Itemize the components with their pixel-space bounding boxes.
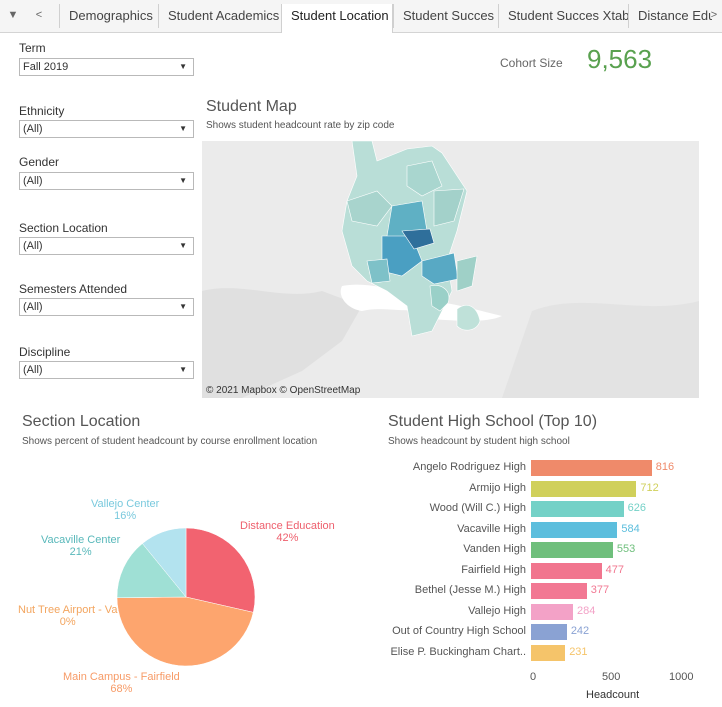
pie-label-main: Main Campus - Fairfield 68% [63,671,180,695]
pie-label-vallejo: Vallejo Center 16% [91,498,159,522]
bar-category-label: Vanden High [463,543,526,555]
bar[interactable] [531,460,652,476]
bar-value-label: 231 [569,645,588,658]
bar[interactable] [531,542,613,558]
pie-label-nuttree: Nut Tree Airport - Va 0% [18,604,117,628]
pie-label-distance-pct: 42% [276,532,299,544]
bar-category-label: Vacaville High [457,522,526,535]
axis-tick-500: 500 [602,671,621,683]
bar[interactable] [531,624,567,640]
bar[interactable] [531,644,566,661]
bar-value-label: 816 [655,461,675,473]
bar-value-label: 242 [570,625,590,637]
high-school-title: Student High School (Top 10) [388,413,598,430]
axis-title-headcount: Headcount [586,689,640,701]
bar[interactable] [531,603,574,620]
bar-value-label: 284 [577,604,596,617]
pie-label-distance-name: Distance Education [240,520,335,532]
bar-value-label: 584 [621,522,640,535]
pie-label-nuttree-name: Nut Tree Airport - Va [18,604,118,616]
bar-category-label: Armijo High [469,481,526,494]
pie-label-vacaville-name: Vacaville Center [41,534,121,546]
bar-value-label: 377 [590,584,610,596]
bar-category-label: Bethel (Jesse M.) High [414,584,526,596]
bar-category-label: Wood (Will C.) High [429,502,526,514]
bar-value-label: 626 [627,502,646,514]
bar-category-label: Angelo Rodriguez High [412,461,526,473]
section-location-pie [116,527,256,667]
high-school-subtitle: Shows headcount by student high school [388,436,570,447]
pie-label-vallejo-pct: 16% [114,510,137,522]
pie-label-main-name: Main Campus - Fairfield [63,671,180,683]
bar-value-label: 477 [605,563,624,576]
bar-category-label: Fairfield High [461,563,526,576]
pie-label-main-pct: 68% [110,683,133,695]
pie-label-vacaville-pct: 21% [69,546,92,558]
bar[interactable] [531,583,587,599]
bar-value-label: 712 [640,481,659,494]
bar-category-label: Elise P. Buckingham Chart.. [390,645,526,658]
pie-label-vallejo-name: Vallejo Center [91,498,160,510]
bar-category-label: Out of Country High School [392,625,526,637]
bar[interactable] [531,521,618,538]
pie-label-distance: Distance Education 42% [240,520,335,544]
axis-tick-1000: 1000 [669,671,694,683]
pie-label-nuttree-pct: 0% [59,616,76,628]
bar-value-label: 553 [616,543,636,555]
axis-tick-0: 0 [530,671,537,683]
bar[interactable] [531,480,637,497]
pie-label-vacaville: Vacaville Center 21% [41,534,120,558]
bar[interactable] [531,501,624,517]
bar[interactable] [531,562,602,579]
bar-category-label: Vallejo High [468,604,526,617]
